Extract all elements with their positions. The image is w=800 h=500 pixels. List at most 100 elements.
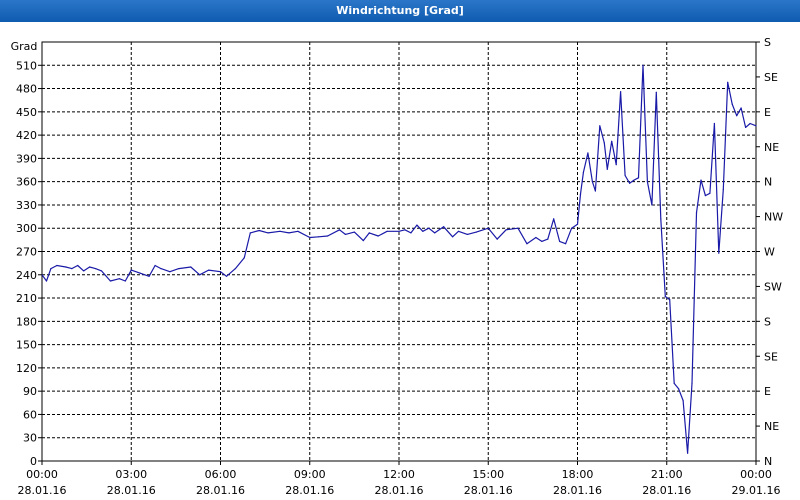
- data-point: [89, 266, 91, 268]
- left-axis: 0 30 60 90 120 150 180 210 240 270 300 330 360 390 420…: [16, 59, 42, 468]
- data-point: [199, 274, 201, 276]
- data-point: [258, 229, 260, 232]
- data-point: [56, 264, 58, 267]
- data-point: [219, 271, 222, 273]
- data-point: [124, 280, 126, 282]
- x-tick-date-label: 28.01.16: [18, 484, 67, 497]
- data-point: [736, 115, 738, 117]
- data-point: [154, 264, 156, 267]
- data-point: [249, 232, 251, 234]
- left-tick-label: 330: [16, 199, 37, 212]
- left-tick-label: 450: [16, 106, 37, 119]
- data-point: [130, 269, 132, 271]
- data-point: [553, 218, 555, 220]
- left-tick-label: 240: [16, 269, 37, 282]
- data-point: [624, 174, 626, 177]
- x-tick-date-label: 28.01.16: [375, 484, 424, 497]
- data-point: [77, 264, 79, 267]
- left-tick-label: 60: [23, 408, 37, 421]
- right-tick-label: E: [764, 385, 771, 398]
- data-point: [664, 295, 666, 298]
- data-point: [94, 268, 97, 270]
- left-tick-label: 480: [16, 83, 37, 96]
- data-point: [740, 107, 742, 109]
- data-point: [582, 171, 585, 173]
- data-point: [279, 230, 281, 232]
- right-tick-label: N: [764, 176, 772, 189]
- data-point: [160, 268, 162, 270]
- data-point: [368, 232, 370, 234]
- data-point: [576, 223, 579, 225]
- right-tick-label: SW: [764, 280, 782, 293]
- data-point: [606, 168, 608, 170]
- data-point: [599, 125, 601, 127]
- data-point: [660, 218, 662, 220]
- data-point: [83, 270, 85, 272]
- data-point: [178, 268, 180, 270]
- data-point: [579, 193, 582, 195]
- data-point: [398, 230, 400, 232]
- x-tick-time-label: 00:00: [740, 468, 772, 481]
- data-point: [615, 164, 617, 166]
- x-tick-date-label: 28.01.16: [107, 484, 156, 497]
- data-point: [637, 177, 640, 179]
- x-tick-date-label: 28.01.16: [285, 484, 334, 497]
- right-tick-label: S: [764, 315, 771, 328]
- right-axis: N NE E SE S SW W NW N NE E SE S: [756, 36, 783, 468]
- data-point: [687, 452, 689, 454]
- data-point: [139, 272, 141, 274]
- data-point: [700, 179, 702, 181]
- data-point: [565, 243, 567, 245]
- left-tick-label: 390: [16, 152, 37, 165]
- data-point: [535, 236, 537, 239]
- data-point: [466, 233, 468, 235]
- data-point: [749, 122, 751, 125]
- data-point: [45, 280, 48, 282]
- data-point: [50, 268, 52, 270]
- data-point: [327, 235, 329, 237]
- data-point: [669, 299, 671, 301]
- data-point: [208, 269, 210, 271]
- data-point: [353, 231, 355, 233]
- data-point: [243, 257, 245, 259]
- data-point: [718, 252, 720, 254]
- data-point: [190, 266, 192, 268]
- left-tick-label: 120: [16, 362, 37, 375]
- data-point: [603, 142, 605, 144]
- data-point: [722, 188, 724, 190]
- data-point: [452, 236, 454, 238]
- right-tick-label: NE: [764, 420, 779, 433]
- data-point: [633, 179, 635, 181]
- data-point: [309, 236, 311, 239]
- data-point: [434, 232, 436, 234]
- data-point: [288, 232, 290, 234]
- data-point: [109, 280, 111, 282]
- data-point: [344, 233, 346, 235]
- data-point: [541, 240, 543, 242]
- x-tick-time-label: 03:00: [115, 468, 147, 481]
- data-point: [496, 238, 498, 240]
- data-point: [709, 192, 711, 194]
- window-title: Windrichtung [Grad]: [0, 0, 800, 22]
- data-point: [428, 227, 430, 229]
- data-point: [673, 382, 675, 384]
- data-point: [727, 81, 729, 83]
- x-tick-date-label: 28.01.16: [464, 484, 513, 497]
- data-point: [410, 232, 412, 234]
- right-tick-label: SE: [764, 350, 778, 363]
- data-point: [695, 212, 698, 214]
- wind-direction-chart: 0 30 60 90 120 150 180 210 240 270 300 330 360 390 420…: [11, 36, 784, 497]
- data-point: [100, 270, 103, 272]
- right-tick-label: N: [764, 455, 772, 468]
- left-tick-label: 360: [16, 176, 37, 189]
- left-tick-label: 30: [23, 432, 37, 445]
- data-point: [559, 240, 561, 242]
- data-point: [745, 126, 747, 128]
- data-point: [267, 232, 269, 234]
- left-tick-label: 90: [23, 385, 37, 398]
- data-point: [678, 388, 680, 390]
- x-tick-date-label: 28.01.16: [553, 484, 602, 497]
- chart-grid: [42, 42, 756, 461]
- data-point: [71, 268, 73, 270]
- x-tick-date-label: 29.01.16: [732, 484, 781, 497]
